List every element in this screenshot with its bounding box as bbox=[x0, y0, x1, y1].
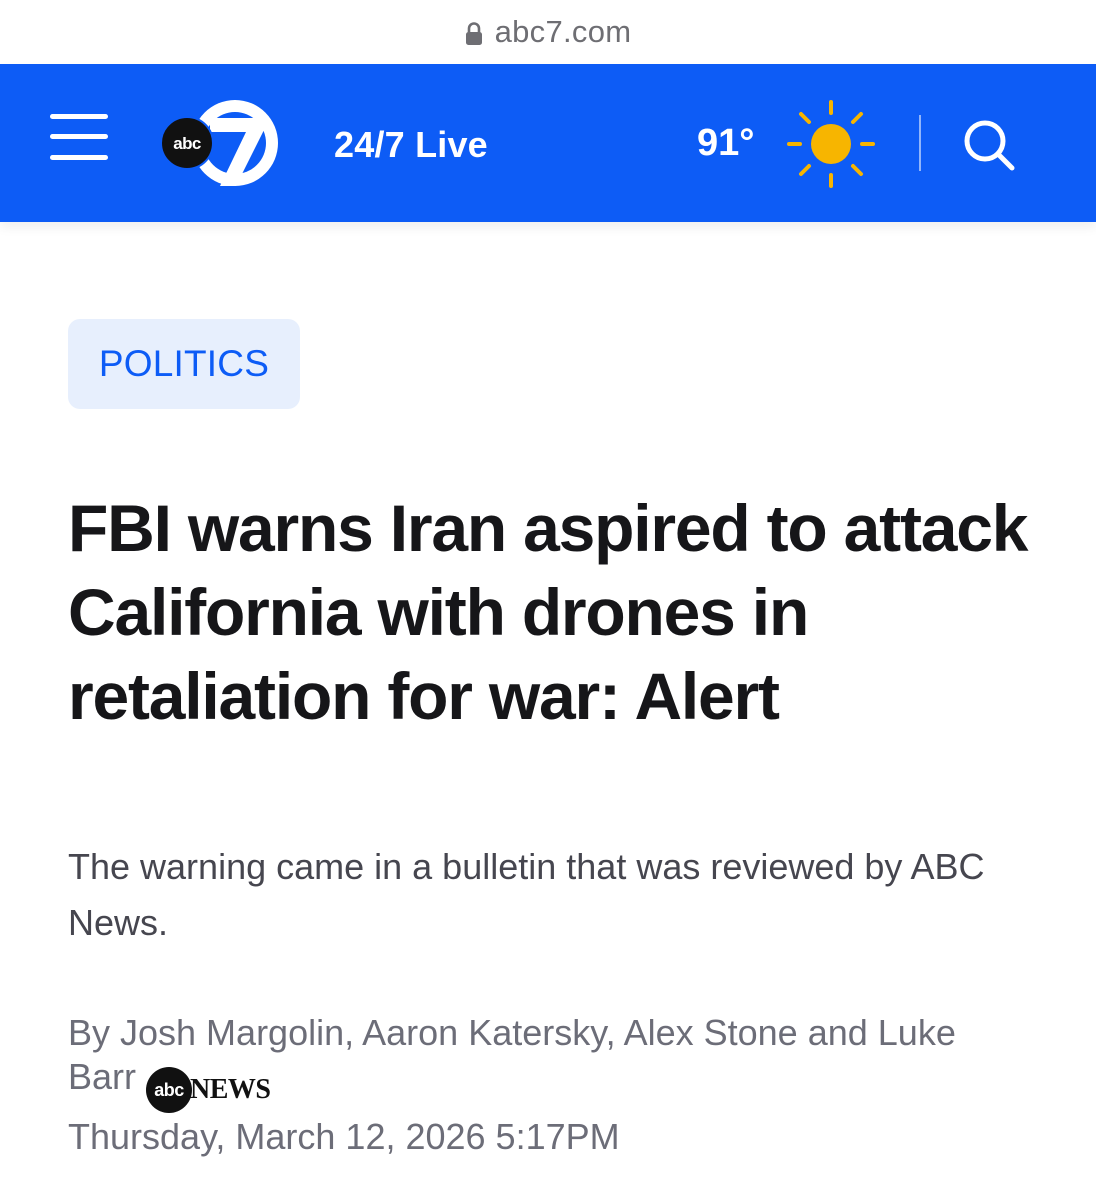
category-tag[interactable]: POLITICS bbox=[68, 319, 300, 409]
article-dateline: Thursday, March 12, 2026 5:17PM bbox=[68, 1116, 620, 1157]
browser-url-bar[interactable]: abc7.com bbox=[0, 0, 1096, 64]
weather-temperature[interactable]: 91° bbox=[697, 122, 754, 165]
live-stream-link[interactable]: 24/7 Live bbox=[334, 124, 488, 166]
abc-badge-text: abc bbox=[173, 134, 201, 153]
category-label: POLITICS bbox=[98, 343, 270, 384]
url-text[interactable]: abc7.com bbox=[495, 14, 632, 50]
article-dek: The warning came in a bulletin that was … bbox=[68, 846, 985, 943]
article-byline: By Josh Margolin, Aaron Katersky, Alex S… bbox=[68, 1011, 1028, 1114]
abc-news-logo: abc NEWS bbox=[146, 1066, 271, 1114]
abc-news-badge: abc bbox=[146, 1067, 193, 1114]
abc-news-word: NEWS bbox=[190, 1074, 271, 1106]
search-icon[interactable] bbox=[962, 118, 1016, 172]
article-headline: FBI warns Iran aspired to attack Califor… bbox=[68, 491, 1028, 733]
lock-icon bbox=[465, 21, 483, 47]
abc7-logo[interactable]: abc bbox=[160, 96, 282, 190]
site-header: abc 24/7 Live 91° bbox=[0, 64, 1096, 222]
header-divider bbox=[919, 115, 921, 171]
hamburger-menu-icon[interactable] bbox=[50, 112, 108, 164]
sun-icon[interactable] bbox=[786, 99, 876, 189]
